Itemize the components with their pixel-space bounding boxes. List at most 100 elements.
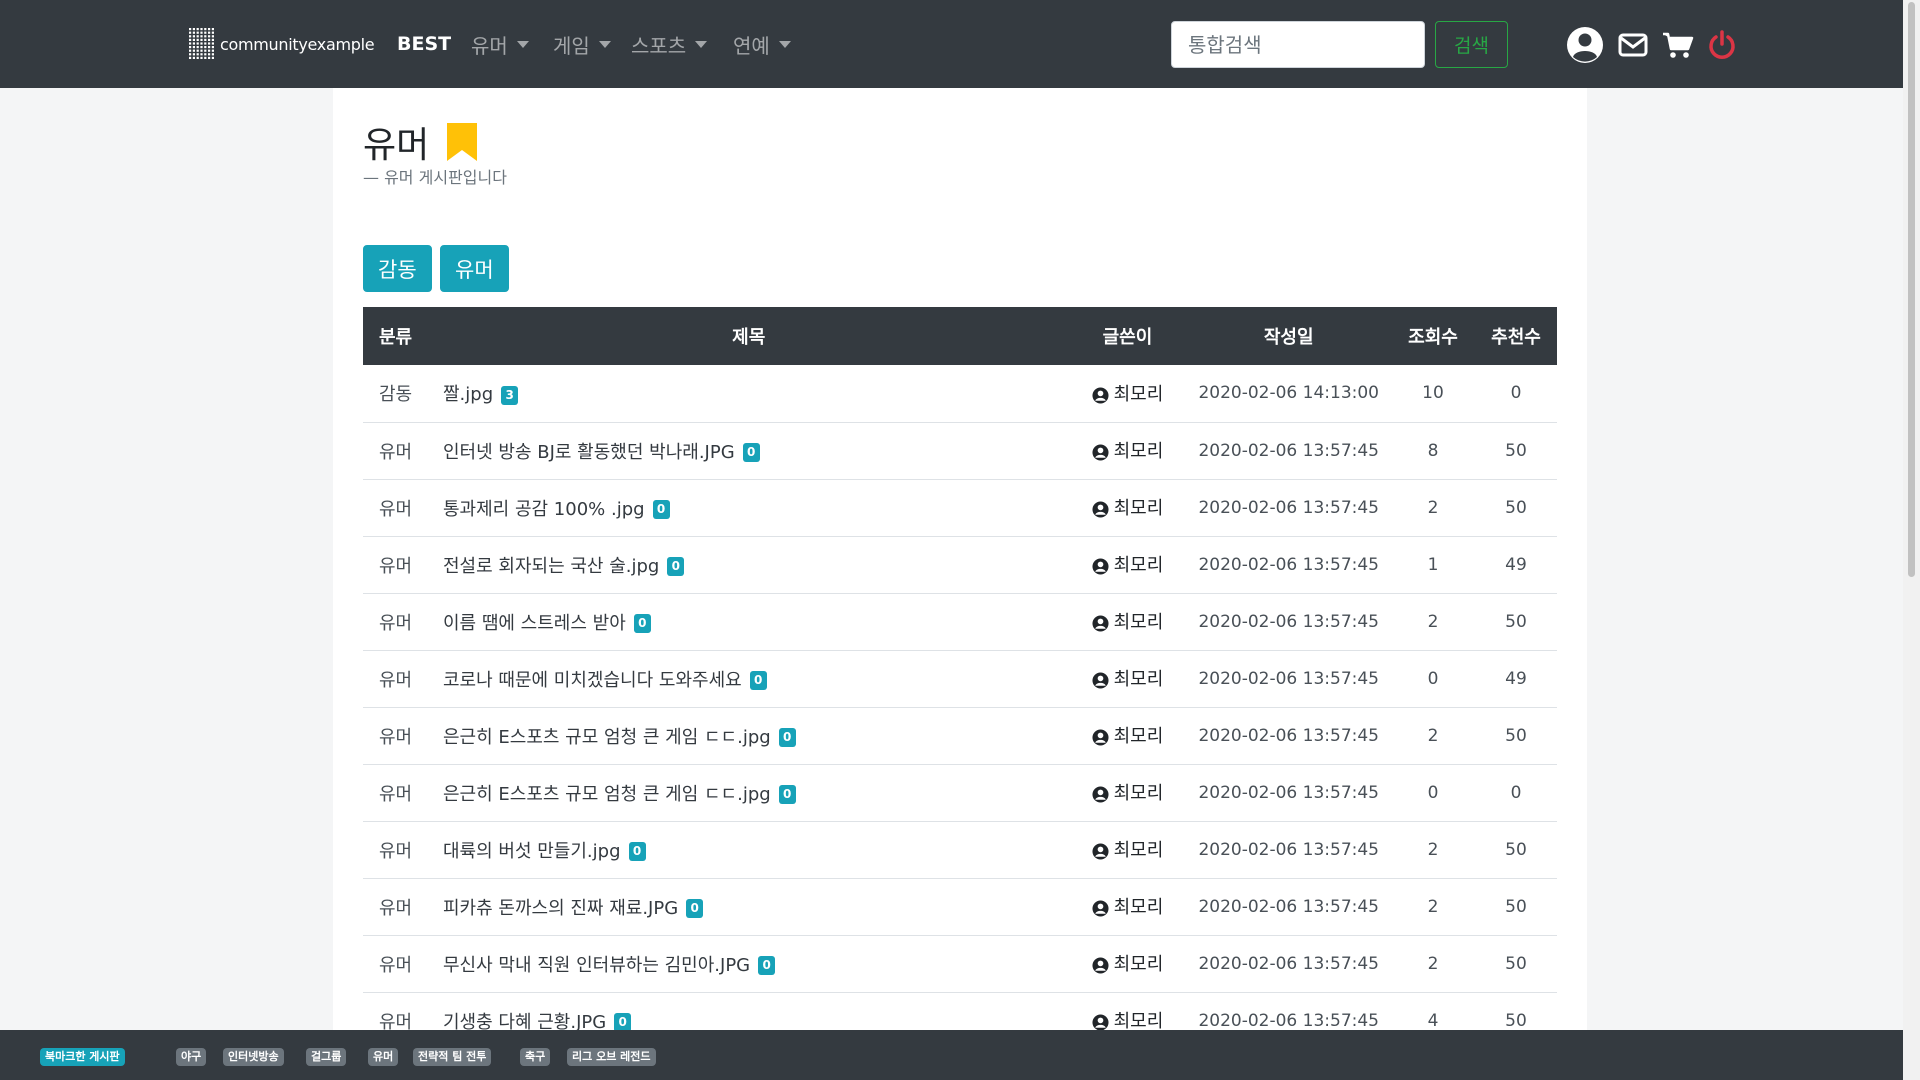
- post-author-cell[interactable]: 최모리: [1068, 992, 1187, 1030]
- envelope-icon[interactable]: [1614, 26, 1652, 64]
- header-title: 제목: [429, 307, 1069, 365]
- post-title-link[interactable]: 은근히 E스포츠 규모 엄청 큰 게임 ㄷㄷ.jpg: [443, 727, 771, 748]
- board-title: 유머: [363, 116, 479, 168]
- post-author[interactable]: 최모리: [1114, 551, 1164, 577]
- nav-humor-dropdown[interactable]: 유머: [471, 30, 529, 58]
- footer-board-lol[interactable]: 리그 오브 레전드: [567, 1048, 656, 1066]
- post-author[interactable]: 최모리: [1114, 836, 1164, 862]
- post-title-link[interactable]: 이름 땜에 스트레스 받아: [443, 613, 626, 634]
- post-recommends: 0: [1475, 365, 1557, 423]
- post-author-cell[interactable]: 최모리: [1068, 650, 1187, 708]
- power-icon[interactable]: [1703, 26, 1741, 64]
- post-author[interactable]: 최모리: [1114, 380, 1164, 406]
- footer-board-girlgroup[interactable]: 걸그룹: [306, 1048, 347, 1066]
- post-title-cell[interactable]: 인터넷 방송 BJ로 활동했던 박나래.JPG 0: [429, 422, 1069, 480]
- post-title-cell[interactable]: 기생충 다혜 근황.JPG 0: [429, 992, 1069, 1031]
- post-author-cell[interactable]: 최모리: [1068, 593, 1187, 651]
- table-row[interactable]: 유머 대륙의 버섯 만들기.jpg 0 최모리 2020-02-06 13:57:45 2…: [363, 821, 1557, 879]
- cart-icon[interactable]: [1659, 26, 1697, 64]
- post-title-cell[interactable]: 짤.jpg 3: [429, 365, 1069, 423]
- post-title-cell[interactable]: 통과제리 공감 100% .jpg 0: [429, 479, 1069, 537]
- post-title-link[interactable]: 피카츄 돈까스의 진짜 재료.JPG: [443, 898, 678, 919]
- table-row[interactable]: 유머 코로나 때문에 미치겠습니다 도와주세요 0 최모리 2020-02-06 13:…: [363, 650, 1557, 708]
- post-views: 2: [1391, 878, 1475, 936]
- post-author[interactable]: 최모리: [1114, 1007, 1164, 1030]
- post-author[interactable]: 최모리: [1114, 893, 1164, 919]
- table-row[interactable]: 유머 무신사 막내 직원 인터뷰하는 김민아.JPG 0 최모리 2020-02-06 …: [363, 935, 1557, 993]
- comment-count-badge: 0: [686, 899, 704, 918]
- post-category: 유머: [363, 536, 429, 594]
- post-author-cell[interactable]: 최모리: [1068, 707, 1187, 765]
- post-author[interactable]: 최모리: [1114, 608, 1164, 634]
- brand-logo[interactable]: communityexample: [188, 26, 375, 62]
- post-author-cell[interactable]: 최모리: [1068, 764, 1187, 822]
- post-title-cell[interactable]: 전설로 회자되는 국산 술.jpg 0: [429, 536, 1069, 594]
- post-title-cell[interactable]: 피카츄 돈까스의 진짜 재료.JPG 0: [429, 878, 1069, 936]
- comment-count-badge: 0: [758, 956, 776, 975]
- table-row[interactable]: 유머 피카츄 돈까스의 진짜 재료.JPG 0 최모리 2020-02-06 13:57…: [363, 878, 1557, 936]
- post-author-cell[interactable]: 최모리: [1068, 536, 1187, 594]
- post-title-cell[interactable]: 코로나 때문에 미치겠습니다 도와주세요 0: [429, 650, 1069, 708]
- post-title-cell[interactable]: 은근히 E스포츠 규모 엄청 큰 게임 ㄷㄷ.jpg 0: [429, 707, 1069, 765]
- post-title-link[interactable]: 코로나 때문에 미치겠습니다 도와주세요: [443, 670, 742, 691]
- post-views: 4: [1391, 992, 1475, 1030]
- footer-board-soccer[interactable]: 축구: [520, 1048, 551, 1066]
- table-row[interactable]: 유머 은근히 E스포츠 규모 엄청 큰 게임 ㄷㄷ.jpg 0 최모리 2020-02-…: [363, 707, 1557, 765]
- category-button-emotion[interactable]: 감동: [363, 245, 432, 292]
- table-row[interactable]: 유머 전설로 회자되는 국산 술.jpg 0 최모리 2020-02-06 13:57:…: [363, 536, 1557, 594]
- post-recommends: 50: [1475, 821, 1557, 879]
- comment-count-badge: 0: [742, 443, 760, 462]
- post-title-cell[interactable]: 무신사 막내 직원 인터뷰하는 김민아.JPG 0: [429, 935, 1069, 993]
- table-row[interactable]: 유머 은근히 E스포츠 규모 엄청 큰 게임 ㄷㄷ.jpg 0 최모리 2020-02-…: [363, 764, 1557, 822]
- post-author-cell[interactable]: 최모리: [1068, 479, 1187, 537]
- table-row[interactable]: 감동 짤.jpg 3 최모리 2020-02-06 14:13:00 10 0: [363, 365, 1557, 423]
- post-author[interactable]: 최모리: [1114, 437, 1164, 463]
- footer-board-humor[interactable]: 유머: [368, 1048, 399, 1066]
- search-input[interactable]: [1171, 21, 1425, 68]
- post-title-link[interactable]: 무신사 막내 직원 인터뷰하는 김민아.JPG: [443, 955, 750, 976]
- comment-count-badge: 0: [614, 1013, 632, 1030]
- post-author-cell[interactable]: 최모리: [1068, 935, 1187, 993]
- user-circle-icon: [1092, 729, 1109, 746]
- post-author[interactable]: 최모리: [1114, 665, 1164, 691]
- post-author[interactable]: 최모리: [1114, 779, 1164, 805]
- header-date: 작성일: [1186, 307, 1391, 365]
- nav-best[interactable]: BEST: [397, 30, 451, 58]
- scrollbar-thumb[interactable]: [1908, 2, 1915, 577]
- post-title-link[interactable]: 짤.jpg: [443, 384, 493, 405]
- table-row[interactable]: 유머 통과제리 공감 100% .jpg 0 최모리 2020-02-06 13:57:…: [363, 479, 1557, 537]
- post-author-cell[interactable]: 최모리: [1068, 422, 1187, 480]
- post-author[interactable]: 최모리: [1114, 722, 1164, 748]
- post-date: 2020-02-06 13:57:45: [1186, 707, 1391, 765]
- footer-board-internet-broadcast[interactable]: 인터넷방송: [223, 1048, 284, 1066]
- table-row[interactable]: 유머 인터넷 방송 BJ로 활동했던 박나래.JPG 0 최모리 2020-02-06 …: [363, 422, 1557, 480]
- table-row[interactable]: 유머 기생충 다혜 근황.JPG 0 최모리 2020-02-06 13:57:45 4 5…: [363, 992, 1557, 1030]
- comment-count-badge: 0: [628, 842, 646, 861]
- post-author[interactable]: 최모리: [1114, 950, 1164, 976]
- post-author-cell[interactable]: 최모리: [1068, 878, 1187, 936]
- post-author-cell[interactable]: 최모리: [1068, 365, 1187, 423]
- post-title-cell[interactable]: 대륙의 버섯 만들기.jpg 0: [429, 821, 1069, 879]
- nav-entertainment-dropdown[interactable]: 연예: [733, 30, 791, 58]
- nav-sports-dropdown[interactable]: 스포츠: [631, 30, 708, 58]
- post-title-cell[interactable]: 이름 땜에 스트레스 받아 0: [429, 593, 1069, 651]
- post-title-cell[interactable]: 은근히 E스포츠 규모 엄청 큰 게임 ㄷㄷ.jpg 0: [429, 764, 1069, 822]
- post-title-link[interactable]: 통과제리 공감 100% .jpg: [443, 499, 645, 520]
- top-navbar: communityexample BEST 유머 게임 스포츠 연예 검색: [0, 0, 1920, 88]
- post-author-cell[interactable]: 최모리: [1068, 821, 1187, 879]
- page-scrollbar[interactable]: [1903, 0, 1920, 1080]
- user-circle-icon[interactable]: [1566, 26, 1604, 64]
- post-title-link[interactable]: 전설로 회자되는 국산 술.jpg: [443, 556, 659, 577]
- post-author[interactable]: 최모리: [1114, 494, 1164, 520]
- post-title-link[interactable]: 은근히 E스포츠 규모 엄청 큰 게임 ㄷㄷ.jpg: [443, 784, 771, 805]
- footer-board-baseball[interactable]: 야구: [176, 1048, 207, 1066]
- post-title-link[interactable]: 기생충 다혜 근황.JPG: [443, 1012, 606, 1031]
- search-button[interactable]: 검색: [1435, 21, 1508, 68]
- bookmark-icon[interactable]: [445, 121, 479, 163]
- category-button-humor[interactable]: 유머: [440, 245, 509, 292]
- footer-board-tft[interactable]: 전략적 팀 전투: [413, 1048, 492, 1066]
- post-title-link[interactable]: 인터넷 방송 BJ로 활동했던 박나래.JPG: [443, 442, 735, 463]
- nav-game-dropdown[interactable]: 게임: [553, 30, 611, 58]
- table-row[interactable]: 유머 이름 땜에 스트레스 받아 0 최모리 2020-02-06 13:57:45 2 5…: [363, 593, 1557, 651]
- post-title-link[interactable]: 대륙의 버섯 만들기.jpg: [443, 841, 621, 862]
